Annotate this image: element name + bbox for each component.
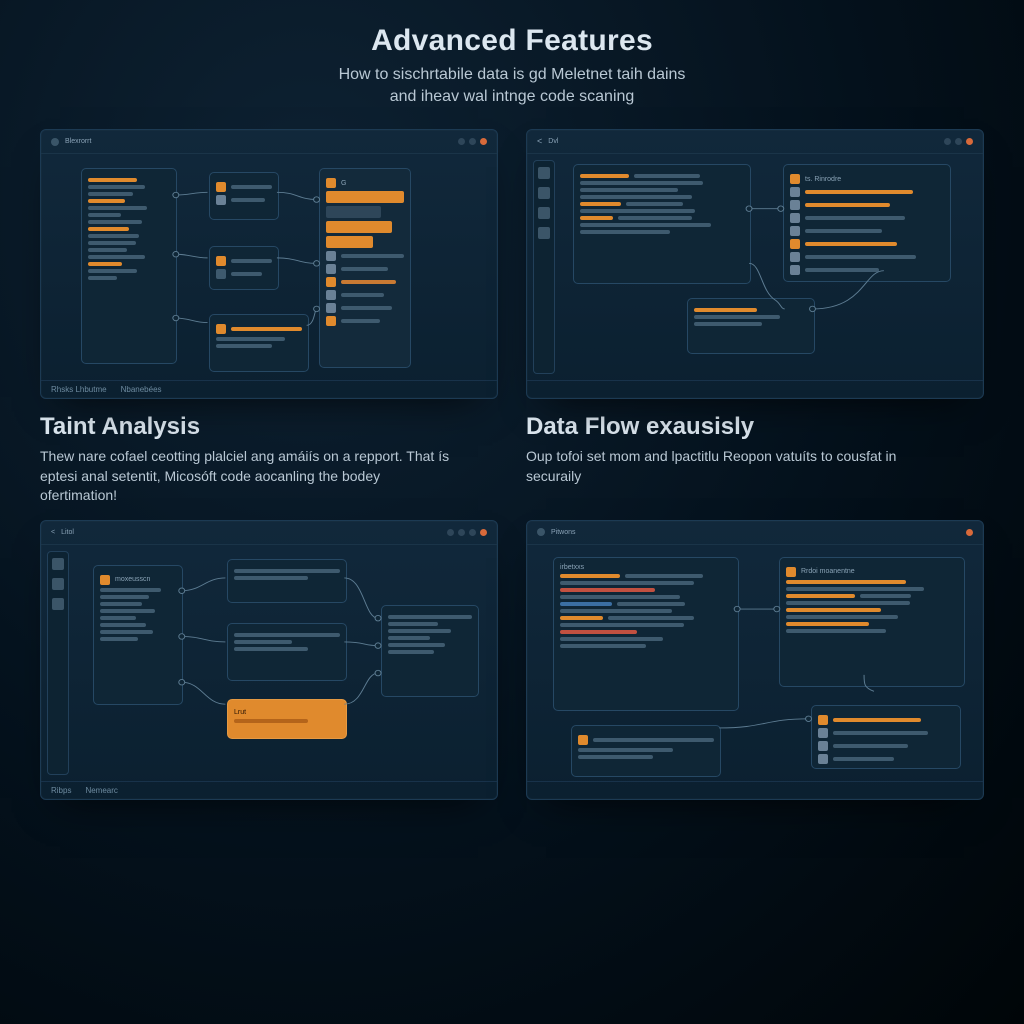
sidebar[interactable] [533,160,555,374]
titlebar: < Litol [41,521,497,545]
source-card[interactable] [81,168,177,364]
db-icon [216,269,226,279]
node-card[interactable] [209,172,279,220]
section-body: Thew nare cofael ceotting plalciel ang a… [40,447,460,506]
tag-icon [216,182,226,192]
titlebar: < Dvl [527,130,983,154]
avatar-icon [790,213,800,223]
window-controls[interactable] [944,138,973,145]
output-card[interactable] [381,605,479,697]
window-controls[interactable] [447,529,487,536]
panel-bottom-right: Pitwons irbetxxs [526,520,984,800]
titlebar: Blexrorrt [41,130,497,154]
branch-icon[interactable] [538,207,550,219]
node-card[interactable] [209,246,279,290]
titlebar: Pitwons [527,521,983,545]
hero: Advanced Features How to sischrtabile da… [0,0,1024,119]
avatar-icon [326,251,336,261]
min-icon[interactable] [458,138,465,145]
window-title: Dvl [548,138,558,145]
statusbar [527,781,983,799]
grid-icon[interactable] [52,558,64,570]
detail-card[interactable] [687,298,815,354]
detail-card[interactable] [811,705,961,769]
avatar-icon [818,728,828,738]
hero-subtitle: How to sischrtabile data is gd Meletnet … [242,64,782,107]
code-card[interactable]: irbetxxs [553,557,739,711]
window-controls[interactable] [458,138,487,145]
node-card[interactable] [227,559,347,603]
result-card[interactable]: Rrdoi moanentne [779,557,965,687]
max-icon[interactable] [469,138,476,145]
result-card[interactable]: ts. Rinrodre [783,164,951,282]
alert-icon [216,324,226,334]
close-icon[interactable] [480,138,487,145]
section-taint: Taint Analysis Thew nare cofael ceotting… [40,413,498,506]
search-icon[interactable] [52,598,64,610]
statusbar [527,380,983,398]
section-title: Data Flow exausisly [526,413,984,441]
window-title: Litol [61,529,74,536]
panel-top-left: Blexrorrt [40,129,498,399]
sidebar[interactable] [47,551,69,775]
app-icon [51,138,59,146]
section-flow: Data Flow exausisly Oup tofoi set mom an… [526,413,984,506]
close-icon[interactable] [966,529,973,536]
section-body: Oup tofoi set mom and lpactitlu Reopon v… [526,447,946,486]
flag-icon [790,174,800,184]
home-icon[interactable] [538,167,550,179]
highlight-card[interactable]: Lrut [227,699,347,739]
user-icon [216,195,226,205]
node-card[interactable] [227,623,347,681]
close-icon[interactable] [966,138,973,145]
entry-card[interactable]: moxeusscn [93,565,183,705]
panel-top-right: < Dvl [526,129,984,399]
window-controls[interactable] [966,529,973,536]
hero-title: Advanced Features [40,24,984,58]
close-icon[interactable] [480,529,487,536]
list-icon[interactable] [52,578,64,590]
code-card[interactable] [573,164,751,284]
summary-card[interactable] [571,725,721,777]
flag-icon [786,567,796,577]
statusbar: Rhsks Lhbutme Nbanebées [41,380,497,398]
window-title: Pitwons [551,529,576,536]
bug-icon[interactable] [538,227,550,239]
code-icon[interactable] [538,187,550,199]
node-card[interactable] [209,314,309,372]
panel-bottom-left: < Litol moxeusscn [40,520,498,800]
section-title: Taint Analysis [40,413,498,441]
app-icon [537,528,545,536]
sink-card[interactable]: G [319,168,411,368]
file-icon [216,256,226,266]
statusbar: Ribps Nemearc [41,781,497,799]
window-title: Blexrorrt [65,138,91,145]
